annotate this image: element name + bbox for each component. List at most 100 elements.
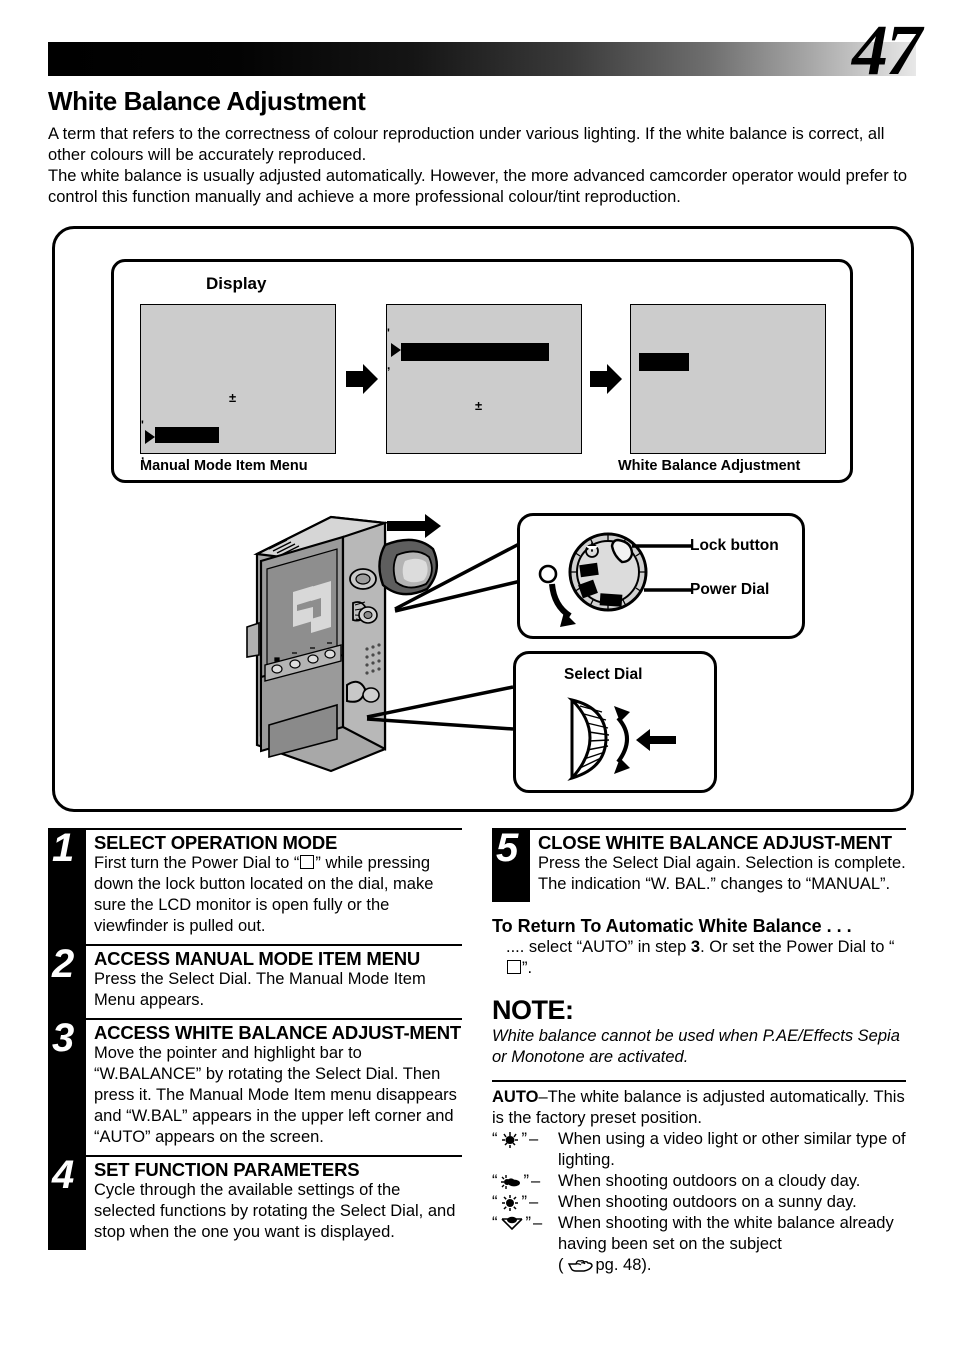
legend-item-manual-wb: “ ” – When shooting with the white balan… <box>492 1213 906 1255</box>
header-gradient-bar: 47 <box>48 14 922 86</box>
caption-right: White Balance Adjustment <box>618 458 801 474</box>
highlight-bar <box>401 343 549 361</box>
step-1: 1 SELECT OPERATION MODE First turn the P… <box>48 826 462 944</box>
right-arrow-icon <box>590 364 622 394</box>
menu-pointer-icon <box>145 430 155 444</box>
power-dial-callout: Lock button Power Dial <box>517 513 805 639</box>
select-dial-diagram <box>567 697 676 781</box>
page-reference: ( pg. 48). <box>558 1255 906 1276</box>
intro-text: A term that refers to the correctness of… <box>48 124 920 208</box>
display-sequence-box: Display ' , ± ' , ± Manual Mode Item Men… <box>111 259 853 483</box>
return-body-c: ”. <box>522 959 533 977</box>
legend-dash: – <box>529 1130 539 1148</box>
step-body-part-a: First turn the Power Dial to “ <box>94 854 300 872</box>
lock-button-label: Lock button <box>690 537 779 554</box>
return-heading: To Return To Automatic White Balance . .… <box>492 916 852 936</box>
legend-text: When using a video light or other simila… <box>558 1130 906 1169</box>
manual-page: 47 White Balance Adjustment A term that … <box>0 0 954 1355</box>
return-step-ref: 3 <box>690 938 701 956</box>
sunny-sun-icon <box>501 1194 518 1211</box>
note-heading: NOTE: <box>492 995 574 1025</box>
auto-text: –The white balance is adjusted automatic… <box>492 1088 905 1127</box>
step-heading: ACCESS MANUAL MODE ITEM MENU <box>94 948 421 969</box>
step-number: 2 <box>52 942 75 986</box>
page-ref-text: pg. 48). <box>595 1256 652 1274</box>
step-4: 4 SET FUNCTION PARAMETERS Cycle through … <box>48 1153 462 1250</box>
legend-text: When shooting outdoors on a cloudy day. <box>558 1172 861 1190</box>
lcd-screen-manual-menu: ' , ± <box>140 304 336 461</box>
legend-item-sunny: “ ” – When shooting outdoors on a sunny … <box>492 1192 906 1213</box>
plus-minus-icon: ± <box>229 390 237 405</box>
wbal-indicator-bar <box>639 353 689 371</box>
menu-pointer-icon <box>391 343 401 357</box>
page-number: 47 <box>852 10 922 90</box>
legend-text: When shooting outdoors on a sunny day. <box>558 1193 857 1211</box>
wb-mode-legend: AUTO–The white balance is adjusted autom… <box>492 1080 906 1276</box>
steps-right-column: 5 CLOSE WHITE BALANCE ADJUST-MENT Press … <box>492 826 906 1276</box>
intro-paragraph-2: The white balance is usually adjusted au… <box>48 167 908 206</box>
lcd-screen-wbalance-highlight: ' , ± <box>386 304 582 454</box>
auto-legend-row: AUTO–The white balance is adjusted autom… <box>492 1087 906 1129</box>
blink-spark-icon: , <box>387 358 391 372</box>
legend-icon-cell: “ ” – <box>492 1214 543 1232</box>
manual-wb-icon <box>500 1216 523 1230</box>
step-body: Cycle through the available settings of … <box>94 1181 456 1241</box>
halogen-lamp-icon <box>501 1131 518 1148</box>
lock-button-leader <box>632 544 692 548</box>
legend-dash: – <box>531 1172 541 1190</box>
caption-left: Manual Mode Item Menu <box>140 458 308 474</box>
step-3: 3 ACCESS WHITE BALANCE ADJUST-MENT Move … <box>48 1016 462 1155</box>
legend-dash: – <box>533 1214 543 1232</box>
select-dial-label: Select Dial <box>564 666 643 683</box>
figure-panel: Display ' , ± ' , ± Manual Mode Item Men… <box>52 226 914 812</box>
step-body: Move the pointer and highlight bar to “W… <box>94 1044 457 1146</box>
plus-minus-icon: ± <box>475 398 483 413</box>
step-number-bar: 4 <box>48 1153 86 1250</box>
step-heading: SET FUNCTION PARAMETERS <box>94 1159 360 1180</box>
press-arrow-icon <box>636 729 676 751</box>
gradient-fill <box>48 42 916 76</box>
callout-leader-lines <box>366 541 522 731</box>
power-dial-leader <box>644 588 692 592</box>
select-dial-callout: Select Dial <box>513 651 717 793</box>
step-number-bar: 3 <box>48 1016 86 1155</box>
step-body: First turn the Power Dial to “” while pr… <box>94 853 462 944</box>
return-body-b: . Or set the Power Dial to “ <box>700 938 895 956</box>
legend-dash: – <box>529 1193 539 1211</box>
blink-spark-icon: ' <box>141 418 144 432</box>
power-dial-label: Power Dial <box>690 581 770 598</box>
return-body-a: .... select “AUTO” in step <box>506 938 691 956</box>
return-body: .... select “AUTO” in step 3. Or set the… <box>506 937 906 979</box>
step-heading: SELECT OPERATION MODE <box>94 832 338 853</box>
step-2: 2 ACCESS MANUAL MODE ITEM MENU Press the… <box>48 942 462 1018</box>
step-body: Press the Select Dial. The Manual Mode I… <box>94 970 426 1009</box>
step-5: 5 CLOSE WHITE BALANCE ADJUST-MENT Press … <box>492 826 906 902</box>
page-title: White Balance Adjustment <box>48 86 366 116</box>
blank-mode-icon <box>507 960 521 974</box>
intro-paragraph-1: A term that refers to the correctness of… <box>48 125 885 164</box>
legend-text: When shooting with the white balance alr… <box>558 1214 894 1253</box>
step-number: 3 <box>52 1016 75 1060</box>
pointing-hand-icon <box>567 1259 593 1272</box>
step-number-bar: 2 <box>48 942 86 1018</box>
legend-icon-cell: “ ” – <box>492 1193 539 1211</box>
steps-left-column: 1 SELECT OPERATION MODE First turn the P… <box>48 826 462 1250</box>
legend-icon-cell: “ ” – <box>492 1172 541 1190</box>
right-arrow-icon <box>346 364 378 394</box>
cloudy-sun-icon <box>500 1174 520 1189</box>
step-number-bar: 1 <box>48 826 86 944</box>
blink-spark-icon: ' <box>387 326 390 340</box>
step-body: Press the Select Dial again. Selection i… <box>538 854 906 893</box>
power-dial-diagram <box>538 532 648 627</box>
auto-label: AUTO <box>492 1088 539 1106</box>
legend-item-cloudy: “ ” – When shooting outdoors on a cloudy… <box>492 1171 906 1192</box>
step-number: 1 <box>52 826 75 870</box>
page-ref-open: ( <box>558 1256 564 1274</box>
step-number: 4 <box>52 1153 75 1197</box>
legend-icon-cell: “ ” – <box>492 1130 539 1148</box>
step-number-bar: 5 <box>492 826 530 902</box>
highlight-bar <box>155 427 219 443</box>
display-label: Display <box>206 274 267 293</box>
blank-mode-icon <box>300 855 315 869</box>
legend-item-halogen: “ ” – When using a video light or other … <box>492 1129 906 1171</box>
